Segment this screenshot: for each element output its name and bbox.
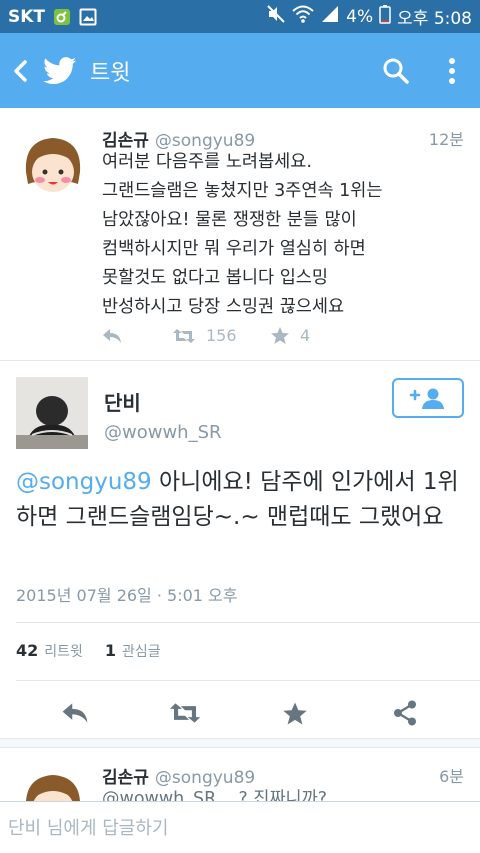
back-button[interactable] <box>2 33 38 108</box>
avatar[interactable] <box>16 377 88 449</box>
search-icon <box>383 58 409 84</box>
tweet-actions <box>0 690 480 736</box>
tweet-text-line: 컴백하시지만 뭐 우리가 열심히 하면 <box>102 239 366 259</box>
status-bar: SKT 4% 오후 5:08 <box>0 0 480 33</box>
tweet-text-line: 여러분 다음주를 노려봅세요. <box>102 152 312 172</box>
overflow-menu-icon <box>449 57 455 84</box>
retweet-button[interactable]: 156 <box>172 326 270 345</box>
tweet-text: @wowwh_SR ...? 진짜니까? <box>102 789 328 801</box>
follow-icon <box>409 388 444 409</box>
signal-icon <box>320 4 340 29</box>
carrier-label: SKT <box>8 6 46 27</box>
reply-icon <box>103 328 121 343</box>
reply-bar <box>0 801 480 853</box>
favorite-count: 4 <box>300 326 311 345</box>
tweet-timestamp: 6분 <box>439 767 464 786</box>
tweet-text-line: 반성하시고 당장 스밍권 끊으세요 <box>102 297 345 317</box>
divider <box>16 622 480 623</box>
tweet-text-line: 남았잖아요! 물론 쟁쟁한 분들 많이 <box>102 210 357 230</box>
reply-button[interactable] <box>45 690 105 736</box>
favorite-icon <box>283 701 307 725</box>
tweet-stats: 42 리트윗 1 관심글 <box>16 641 183 661</box>
mute-icon <box>266 4 286 29</box>
retweet-label[interactable]: 리트윗 <box>44 641 83 661</box>
favorite-count[interactable]: 1 <box>105 641 116 660</box>
wifi-icon <box>292 4 314 29</box>
section-divider <box>0 738 480 748</box>
favorite-label[interactable]: 관심글 <box>122 641 161 661</box>
reply-input[interactable] <box>4 808 476 848</box>
favorite-icon <box>271 327 289 344</box>
reply-icon <box>62 703 88 723</box>
app-bar: 트윗 <box>0 33 480 108</box>
tweet-text: 여러분 다음주를 노려봅세요. 그랜드슬램은 놓쳤지만 3주연속 1위는 남았잖… <box>102 148 462 322</box>
back-icon <box>14 59 27 82</box>
status-indicators: 4% 오후 5:08 <box>266 4 472 29</box>
retweet-button[interactable] <box>155 690 215 736</box>
retweet-count: 156 <box>206 326 237 345</box>
retweet-icon <box>169 703 201 723</box>
favorite-button[interactable]: 4 <box>270 326 310 345</box>
follow-button[interactable] <box>392 378 464 418</box>
tweet-author-handle[interactable]: @wowwh_SR <box>104 422 222 443</box>
divider <box>16 680 480 681</box>
app-notification-icon <box>53 8 71 26</box>
tweet-text-line: 못할것도 없다고 봅니다 입스밍 <box>102 268 328 288</box>
image-notification-icon <box>79 8 97 26</box>
share-icon <box>394 700 416 726</box>
divider <box>0 360 480 361</box>
avatar[interactable] <box>20 769 86 801</box>
mention-link[interactable]: @songyu89 <box>16 469 152 495</box>
next-tweet[interactable]: 김손규 @songyu89 6분 @wowwh_SR ...? 진짜니까? <box>0 749 480 801</box>
retweet-icon <box>173 328 195 343</box>
retweet-count[interactable]: 42 <box>16 641 38 660</box>
favorite-button[interactable] <box>265 690 325 736</box>
tweet-author-name[interactable]: 단비 <box>104 387 141 416</box>
search-button[interactable] <box>368 33 424 108</box>
battery-percent: 4% <box>346 6 374 27</box>
overflow-menu-button[interactable] <box>424 33 480 108</box>
page-title: 트윗 <box>90 60 131 86</box>
clock: 오후 5:08 <box>397 9 472 29</box>
tweet-text-line: 그랜드슬램은 놓쳤지만 3주연속 1위는 <box>102 181 383 201</box>
twitter-bird-icon <box>38 33 82 108</box>
tweet-timestamp: 12분 <box>428 130 464 149</box>
tweet-date: 2015년 07월 26일 · 5:01 오후 <box>16 586 238 605</box>
reply-button[interactable] <box>102 328 172 344</box>
battery-icon <box>379 4 391 29</box>
avatar[interactable] <box>20 132 86 198</box>
share-button[interactable] <box>375 690 435 736</box>
previous-tweet[interactable]: 김손규 @songyu89 12분 여러분 다음주를 노려봅세요. 그랜드슬램은 … <box>0 108 480 360</box>
tweet-text: @songyu89 아니에요! 담주에 인가에서 1위하면 그랜드슬램임당~.~… <box>16 465 468 535</box>
